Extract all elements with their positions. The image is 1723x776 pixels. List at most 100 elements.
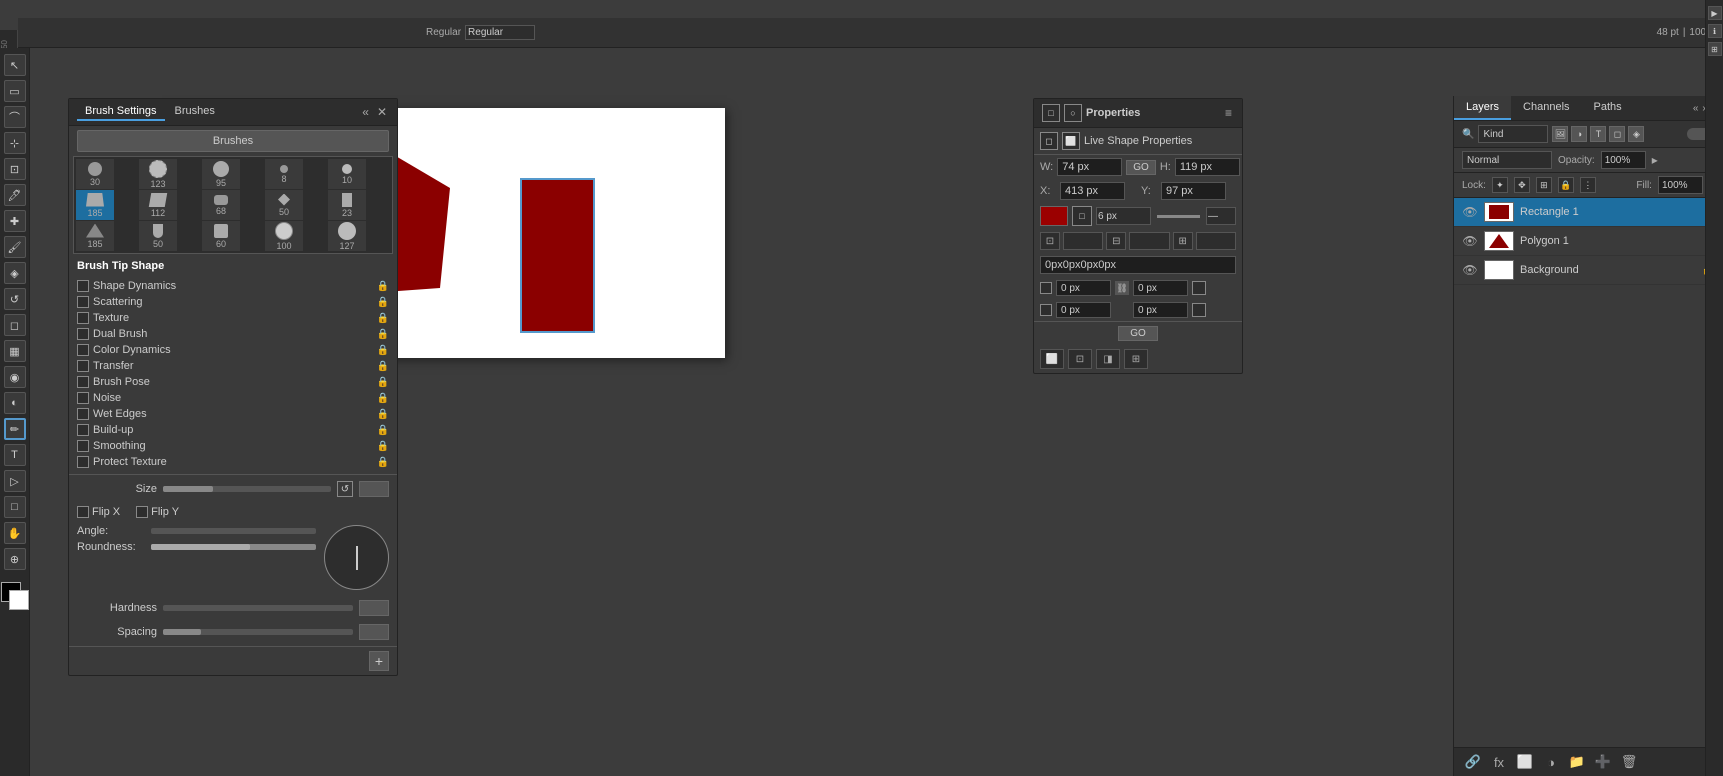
layer-background[interactable]: 👁 Background 🔒 — [1454, 256, 1723, 285]
layer-eye-background[interactable]: 👁 — [1462, 262, 1478, 278]
brush-tip-item[interactable]: 50 — [265, 190, 303, 220]
clone-tool[interactable]: ◈ — [4, 262, 26, 284]
flip-y-checkbox[interactable] — [136, 506, 148, 518]
lsh-icon-4[interactable]: ⊞ — [1124, 349, 1148, 369]
angle-track[interactable] — [151, 528, 316, 534]
lock-artboard-btn[interactable]: ⊞ — [1536, 177, 1552, 193]
brush-tool[interactable]: 🖌 — [4, 236, 26, 258]
distribute-select[interactable] — [1196, 232, 1236, 250]
filter-pixel-icon[interactable]: 🖼 — [1552, 126, 1568, 142]
opacity-input[interactable] — [1601, 151, 1646, 169]
lsh-icon-1[interactable]: ⬜ — [1040, 349, 1064, 369]
lsh-icon-3[interactable]: ◨ — [1096, 349, 1120, 369]
crop-tool[interactable]: ⊡ — [4, 158, 26, 180]
tab-channels[interactable]: Channels — [1511, 96, 1581, 120]
corner-check-1[interactable] — [1040, 282, 1052, 294]
blur-tool[interactable]: ◉ — [4, 366, 26, 388]
layers-kind-select[interactable]: Kind — [1478, 125, 1548, 143]
path-select-tool[interactable]: ▷ — [4, 470, 26, 492]
go-button-w[interactable]: GO — [1126, 160, 1156, 175]
align-center-btn[interactable]: ⊟ — [1106, 232, 1126, 250]
healing-tool[interactable]: ✚ — [4, 210, 26, 232]
layers-collapse-btn[interactable]: « — [1693, 103, 1699, 114]
layer-eye-rectangle1[interactable]: 👁 — [1462, 204, 1478, 220]
blend-mode-select[interactable]: Normal — [1462, 151, 1552, 169]
transform-select[interactable]: Regular — [465, 25, 535, 40]
lock-all-btn[interactable]: 🔒 — [1558, 177, 1574, 193]
filter-smart-icon[interactable]: ◈ — [1628, 126, 1644, 142]
brushes-main-button[interactable]: Brushes — [77, 130, 389, 152]
brush-settings-titlebar[interactable]: Brush Settings Brushes « ✕ — [69, 99, 397, 126]
size-cycle-btn[interactable]: ↺ — [337, 481, 353, 497]
layer-rectangle1[interactable]: 👁 Rectangle 1 — [1454, 198, 1723, 227]
tab-brushes[interactable]: Brushes — [167, 103, 223, 121]
text-tool[interactable]: T — [4, 444, 26, 466]
lsh-icon-2[interactable]: ⊡ — [1068, 349, 1092, 369]
eyedropper-tool[interactable]: 🖊 — [4, 184, 26, 206]
corner-x2-input[interactable] — [1056, 302, 1111, 318]
transfer-checkbox[interactable] — [77, 360, 89, 372]
lock-transparency-btn[interactable]: ⋮ — [1580, 177, 1596, 193]
brush-tip-item[interactable]: 30 — [76, 159, 114, 189]
right-icon-1[interactable]: ▶ — [1708, 6, 1722, 20]
add-brush-btn[interactable]: + — [369, 651, 389, 671]
brush-tip-item[interactable]: 10 — [328, 159, 366, 189]
stroke-type-select[interactable]: — — [1206, 207, 1236, 225]
noise-checkbox[interactable] — [77, 392, 89, 404]
brush-tip-item[interactable]: 112 — [139, 190, 177, 220]
marquee-tool[interactable]: ▭ — [4, 80, 26, 102]
filter-shape-icon[interactable]: ◻ — [1609, 126, 1625, 142]
hardness-slider[interactable] — [163, 605, 353, 611]
brush-tip-item[interactable]: 60 — [202, 221, 240, 251]
brush-tip-item[interactable]: 23 — [328, 190, 366, 220]
new-layer-btn[interactable]: ➕ — [1592, 752, 1614, 772]
build-up-checkbox[interactable] — [77, 424, 89, 436]
right-icon-2[interactable]: ℹ — [1708, 24, 1722, 38]
width-input[interactable] — [1057, 158, 1122, 176]
dual-brush-checkbox[interactable] — [77, 328, 89, 340]
quick-select-tool[interactable]: ⊹ — [4, 132, 26, 154]
right-icon-3[interactable]: ⊞ — [1708, 42, 1722, 56]
stroke-value-input[interactable] — [1040, 256, 1236, 274]
roundness-track[interactable] — [151, 544, 316, 550]
size-slider-track[interactable] — [163, 486, 331, 492]
panel-close-btn[interactable]: ✕ — [375, 105, 389, 119]
smoothing-checkbox[interactable] — [77, 440, 89, 452]
shape-dynamics-checkbox[interactable] — [77, 280, 89, 292]
stroke-color-box[interactable]: □ — [1072, 206, 1092, 226]
pen-tool[interactable]: ✏ — [4, 418, 26, 440]
add-mask-btn[interactable]: ⬜ — [1514, 752, 1536, 772]
color-dynamics-checkbox[interactable] — [77, 344, 89, 356]
hand-tool[interactable]: ✋ — [4, 522, 26, 544]
corner-check-2[interactable] — [1040, 304, 1052, 316]
filter-type-icon[interactable]: T — [1590, 126, 1606, 142]
layer-polygon1[interactable]: 👁 Polygon 1 — [1454, 227, 1723, 256]
spacing-slider[interactable] — [163, 629, 353, 635]
gradient-tool[interactable]: ▦ — [4, 340, 26, 362]
brush-tip-item[interactable]: 8 — [265, 159, 303, 189]
flip-x-checkbox[interactable] — [77, 506, 89, 518]
brush-tip-item[interactable]: 68 — [202, 190, 240, 220]
brush-tip-item[interactable]: 100 — [265, 221, 303, 251]
align-left-btn[interactable]: ⊡ — [1040, 232, 1060, 250]
group-btn[interactable]: 📁 — [1566, 752, 1588, 772]
align-v-select[interactable] — [1129, 232, 1169, 250]
panel-collapse-btn[interactable]: « — [360, 105, 371, 119]
corner-y-input[interactable] — [1133, 280, 1188, 296]
dodge-tool[interactable]: ◐ — [4, 392, 26, 414]
corner-y2-input[interactable] — [1133, 302, 1188, 318]
adjustment-btn[interactable]: ◑ — [1540, 752, 1562, 772]
protect-texture-checkbox[interactable] — [77, 456, 89, 468]
wet-edges-checkbox[interactable] — [77, 408, 89, 420]
corner-x-input[interactable] — [1056, 280, 1111, 296]
brush-tip-item[interactable]: 50 — [139, 221, 177, 251]
brush-tip-item[interactable]: 95 — [202, 159, 240, 189]
brush-pose-checkbox[interactable] — [77, 376, 89, 388]
delete-layer-btn[interactable]: 🗑 — [1618, 752, 1640, 772]
history-tool[interactable]: ↺ — [4, 288, 26, 310]
lasso-tool[interactable]: ⌒ — [4, 106, 26, 128]
brush-tip-item[interactable]: 127 — [328, 221, 366, 251]
brush-tip-item[interactable]: 185 — [76, 221, 114, 251]
rectangle-shape-selected[interactable] — [520, 178, 595, 333]
layer-eye-polygon1[interactable]: 👁 — [1462, 233, 1478, 249]
